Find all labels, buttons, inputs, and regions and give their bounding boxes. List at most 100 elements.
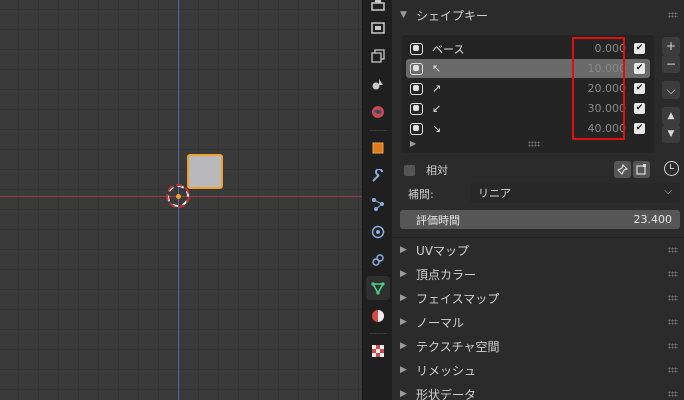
shape-key-mute-checkbox[interactable]: ✔ <box>634 123 645 134</box>
panel-title: 形状データ <box>416 387 477 400</box>
cursor-center-dot <box>176 194 181 199</box>
collapsed-arrow-icon: ▶ <box>400 317 407 327</box>
collapsed-arrow-icon: ▶ <box>400 269 407 279</box>
add-shape-key-button[interactable]: + <box>662 37 680 55</box>
shape-key-mute-checkbox[interactable]: ✔ <box>634 103 645 114</box>
shape-key-name[interactable]: ↙ <box>432 102 562 115</box>
panel-geometry-data[interactable]: ▶ 形状データ <box>392 382 684 400</box>
panel-title: フェイスマップ <box>416 291 500 306</box>
3d-viewport[interactable] <box>0 0 362 400</box>
properties-tab-column <box>362 0 392 400</box>
panel-remesh[interactable]: ▶ リメッシュ <box>392 358 684 382</box>
constraints-icon <box>372 254 384 266</box>
tab-world[interactable] <box>366 100 390 124</box>
chevron-down-icon: ⌵ <box>664 186 672 197</box>
panel-normals[interactable]: ▶ ノーマル <box>392 310 684 334</box>
interpolation-label: 補間: <box>408 188 434 201</box>
physics-icon <box>371 225 385 239</box>
clock-icon[interactable] <box>664 161 679 176</box>
shape-keys-title: シェイプキー <box>416 8 489 23</box>
properties-panel: ▼ シェイプキー ベース 0.000 ✔ ↖ 10.000 ✔ ↗ 20.000… <box>392 0 684 400</box>
object-icon <box>372 142 384 154</box>
remove-shape-key-button[interactable]: − <box>662 55 680 73</box>
panel-uv-maps[interactable]: ▶ UVマップ <box>392 238 684 262</box>
shape-key-name[interactable]: ベース <box>432 41 562 57</box>
tab-physics[interactable] <box>366 220 390 244</box>
tab-separator <box>369 333 387 334</box>
shape-key-icon <box>410 42 423 55</box>
material-icon <box>372 310 384 322</box>
shape-key-mute-checkbox[interactable]: ✔ <box>634 83 645 94</box>
highlight-annotation-box <box>572 37 625 140</box>
shape-key-name[interactable]: ↗ <box>432 82 562 95</box>
pin-glyph <box>617 164 628 175</box>
pin-icon[interactable] <box>614 161 631 178</box>
drag-grip-icon[interactable] <box>668 343 678 349</box>
collapsed-arrow-icon: ▶ <box>400 293 407 303</box>
relative-checkbox[interactable] <box>404 164 415 176</box>
tab-render[interactable] <box>366 16 390 40</box>
drag-grip-icon[interactable] <box>668 391 678 397</box>
particles-icon <box>372 198 384 211</box>
edit-mode-icon[interactable] <box>633 161 650 178</box>
tab-object[interactable] <box>366 136 390 160</box>
interpolation-dropdown[interactable]: リニア ⌵ <box>470 183 680 203</box>
wrench-icon <box>372 169 383 182</box>
scene-icon <box>372 79 383 90</box>
panel-texture-space[interactable]: ▶ テクスチャ空間 <box>392 334 684 358</box>
tab-texture[interactable] <box>366 339 390 363</box>
drag-grip-icon[interactable] <box>668 247 678 253</box>
tab-separator <box>369 130 387 131</box>
tab-material[interactable] <box>366 304 390 328</box>
panel-title: テクスチャ空間 <box>416 339 500 354</box>
tab-scene[interactable] <box>366 72 390 96</box>
shape-key-icon <box>410 102 423 115</box>
shape-key-specials-menu-button[interactable]: ⌵ <box>662 81 680 99</box>
edit-mode-glyph <box>636 164 646 175</box>
tab-particles[interactable] <box>366 192 390 216</box>
printer-icon <box>371 0 385 11</box>
tab-modifiers[interactable] <box>366 164 390 188</box>
shape-keys-panel-header[interactable]: ▼ シェイプキー <box>392 3 684 27</box>
evaluation-time-label: 評価時間 <box>416 213 460 227</box>
selected-cube-object[interactable] <box>187 154 223 189</box>
collapsed-arrow-icon: ▶ <box>400 245 407 255</box>
layers-icon <box>371 49 385 63</box>
panel-face-maps[interactable]: ▶ フェイスマップ <box>392 286 684 310</box>
relative-label: 相対 <box>426 164 448 177</box>
shape-key-icon <box>410 122 423 135</box>
image-icon <box>371 22 385 34</box>
panel-vertex-colors[interactable]: ▶ 頂点カラー <box>392 262 684 286</box>
drag-grip-icon[interactable] <box>668 319 678 325</box>
shape-key-name[interactable]: ↖ <box>432 62 562 75</box>
shape-key-mute-checkbox[interactable]: ✔ <box>634 63 645 74</box>
mesh-data-icon <box>371 282 385 295</box>
expanded-arrow-icon: ▼ <box>400 10 407 20</box>
relative-option[interactable]: 相対 <box>404 162 448 178</box>
panel-title: 頂点カラー <box>416 267 477 282</box>
list-resize-grip-icon[interactable] <box>528 141 540 147</box>
shape-key-icon <box>410 62 423 75</box>
drag-grip-icon[interactable] <box>668 12 678 18</box>
move-up-button[interactable]: ▲ <box>662 107 680 125</box>
evaluation-time-value: 23.400 <box>633 213 673 226</box>
tab-object-data[interactable] <box>366 276 390 300</box>
drag-grip-icon[interactable] <box>668 367 678 373</box>
shape-key-icon <box>410 82 423 95</box>
move-down-button[interactable]: ▼ <box>662 125 680 143</box>
panel-title: ノーマル <box>416 315 465 330</box>
collapsed-arrow-icon: ▶ <box>400 365 407 375</box>
world-icon <box>372 106 384 118</box>
list-filter-expand-icon[interactable]: ▶ <box>410 139 416 148</box>
shape-key-mute-checkbox[interactable]: ✔ <box>634 43 645 54</box>
drag-grip-icon[interactable] <box>668 295 678 301</box>
3d-cursor-icon[interactable] <box>167 185 189 207</box>
tab-view-layer[interactable] <box>366 44 390 68</box>
texture-icon <box>372 345 384 357</box>
drag-grip-icon[interactable] <box>668 271 678 277</box>
interpolation-value: リニア <box>478 187 511 200</box>
evaluation-time-field[interactable]: 評価時間 23.400 <box>400 210 680 229</box>
shape-key-name[interactable]: ↘ <box>432 122 562 135</box>
panel-title: リメッシュ <box>416 363 477 378</box>
tab-constraints[interactable] <box>366 248 390 272</box>
